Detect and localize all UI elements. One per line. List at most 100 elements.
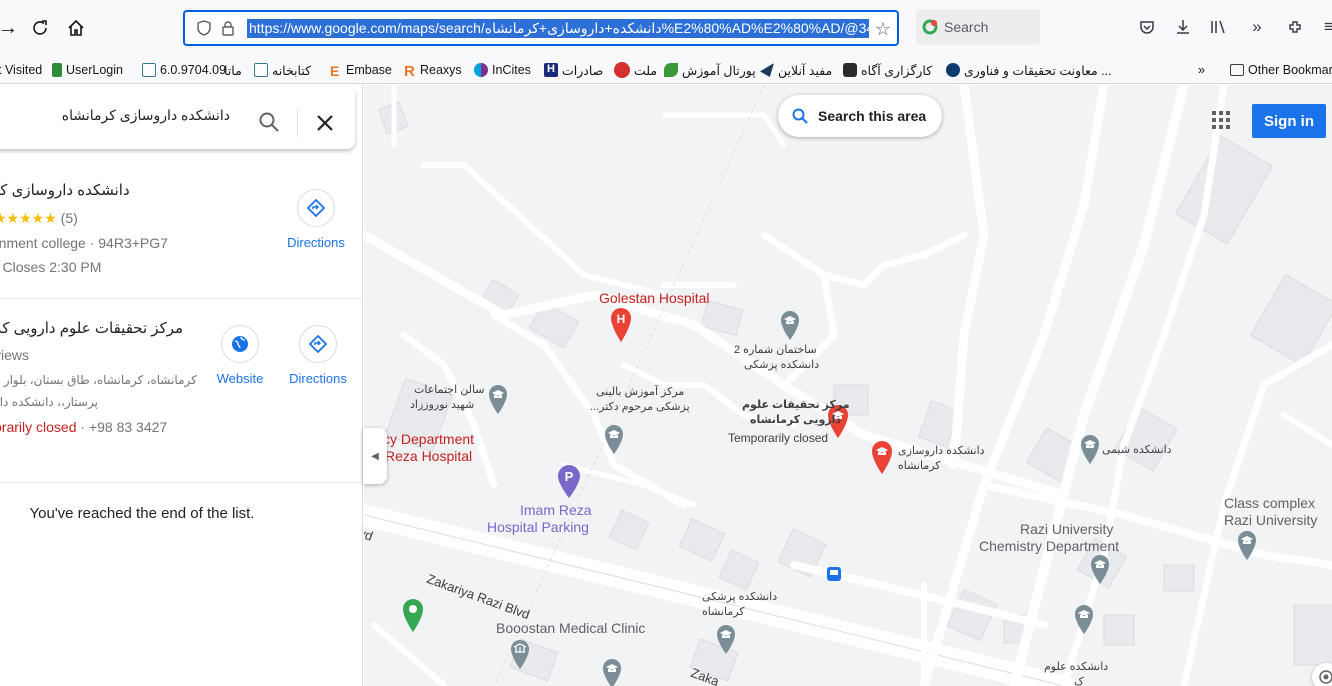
website-button[interactable]: Website [205, 325, 275, 386]
chevron-left-icon: ◀ [371, 450, 379, 462]
park-pin-icon[interactable] [402, 599, 424, 633]
home-icon[interactable] [62, 14, 90, 42]
maps-search-box[interactable]: دانشکده داروسازی کرمانشاه [0, 87, 355, 149]
reload-icon[interactable] [26, 14, 54, 42]
map-label-salon-2[interactable]: شهید نوروززاد [410, 398, 474, 412]
downloads-icon[interactable] [1172, 16, 1194, 38]
clinic-pin-icon[interactable] [510, 640, 530, 670]
result-title[interactable]: مرکز تحقیقات علوم دارویی کر [0, 319, 183, 337]
map-label-class-complex-2[interactable]: Razi University [1224, 512, 1317, 528]
school-pin-icon[interactable] [602, 659, 622, 686]
globe-icon [946, 63, 960, 77]
school-pin-icon[interactable] [1237, 531, 1257, 561]
map-label-sciences-faculty[interactable]: دانشکده علوم [1044, 660, 1108, 674]
bookmark-incites[interactable]: InCites [474, 61, 531, 79]
result-rating: ★★★★★ (5) [0, 210, 78, 227]
collapse-panel-button[interactable]: ◀ [363, 428, 387, 484]
library-book-icon [142, 63, 156, 77]
map-label-reza-hospital[interactable]: Reza Hospital [385, 448, 472, 464]
library-book-icon [254, 63, 268, 77]
my-location-button[interactable] [1312, 663, 1332, 686]
school-pin-icon[interactable] [780, 311, 800, 341]
bookmark-saderat[interactable]: H صادرات [544, 61, 603, 79]
search-this-area-button[interactable]: Search this area [778, 95, 942, 137]
bookmark-agah[interactable]: کارگزاری آگاه [843, 61, 932, 79]
bookmark-version[interactable]: 6.0.9704.09 [142, 61, 226, 79]
bookmark-mata[interactable]: ماتا [224, 61, 242, 79]
school-pin-icon[interactable] [604, 425, 624, 455]
address-bar[interactable]: https://www.google.com/maps/search/دانشک… [183, 10, 899, 46]
school-pin-icon[interactable] [488, 385, 508, 415]
bookmark-library[interactable]: کتابخانه [254, 61, 311, 79]
bookmark-research[interactable]: معاونت تحقیقات و فناوری ... [946, 61, 1112, 79]
map-canvas[interactable]: Search this area Sign in H P Golestan Ho… [364, 85, 1332, 686]
result-item[interactable]: مرکز تحقیقات علوم دارویی کر views کرمانش… [0, 299, 362, 483]
map-label-chemistry-department[interactable]: Chemistry Department [979, 538, 1119, 554]
school-pin-icon[interactable] [716, 625, 736, 655]
pharmacy-faculty-pin-icon[interactable] [871, 441, 893, 475]
status-closed: orarily closed [0, 419, 77, 435]
map-label-imam-reza[interactable]: Imam Reza [520, 502, 592, 518]
bookmark-embase[interactable]: E Embase [330, 61, 392, 79]
bookmark-star-icon[interactable]: ☆ [875, 19, 891, 40]
map-label-hospital-parking[interactable]: Hospital Parking [487, 519, 589, 535]
library-icon[interactable] [1208, 16, 1230, 38]
end-of-list-text: You've reached the end of the list. [29, 505, 255, 522]
url-text[interactable]: https://www.google.com/maps/search/دانشک… [247, 18, 869, 38]
bookmark-userlogin[interactable]: UserLogin [52, 61, 123, 79]
map-label-sciences-faculty-2[interactable]: ک [1074, 675, 1084, 686]
directions-button[interactable]: Directions [283, 325, 353, 386]
search-input[interactable]: دانشکده داروسازی کرمانشاه [50, 107, 230, 124]
menu-icon[interactable]: ≡ [1318, 16, 1332, 38]
map-label-building-2[interactable]: ساختمان شماره 2 [734, 343, 817, 357]
bus-stop-icon[interactable] [826, 565, 846, 597]
map-label-chemistry-faculty[interactable]: دانشکده شیمی [1102, 443, 1172, 457]
result-status: orarily closed · +98 83 3427 [0, 419, 167, 435]
map-label-salon[interactable]: سالن اجتماعات [414, 383, 485, 397]
pocket-icon[interactable] [1136, 16, 1158, 38]
map-label-pharmacy-faculty-2[interactable]: کرمانشاه [898, 459, 941, 473]
map-label-research-center[interactable]: مرکز تحقیقات علوم [742, 398, 850, 412]
bookmark-other[interactable]: Other Bookmar [1230, 61, 1332, 79]
tracking-shield-icon[interactable] [193, 17, 215, 39]
rating-count: (5) [60, 210, 78, 226]
map-label-medical-faculty-2[interactable]: کرمانشاه [702, 605, 745, 619]
hospital-pin-icon[interactable]: H [610, 307, 632, 343]
web-search-box[interactable]: Search [916, 9, 1040, 45]
parking-pin-icon[interactable]: P [557, 465, 581, 499]
google-apps-icon[interactable] [1212, 111, 1230, 129]
bookmark-most-visited[interactable]: t Visited [0, 61, 42, 79]
map-label-class-complex[interactable]: Class complex [1224, 495, 1315, 511]
forward-icon[interactable]: → [0, 14, 22, 42]
bookmark-edu-portal[interactable]: پورتال آموزش [664, 61, 756, 79]
result-item[interactable]: دانشکده داروسازی کر ★★★★★ (5) rnment col… [0, 165, 362, 299]
extensions-icon[interactable] [1284, 16, 1306, 38]
bookmarks-overflow-icon[interactable]: » [1198, 61, 1205, 79]
lock-icon[interactable] [217, 17, 239, 39]
sign-in-button[interactable]: Sign in [1252, 104, 1326, 138]
svg-text:H: H [617, 312, 626, 326]
map-label-building-2b[interactable]: دانشکده پزشکی [744, 358, 819, 372]
school-pin-icon[interactable] [1080, 435, 1100, 465]
bookmark-reaxys[interactable]: R Reaxys [404, 61, 462, 80]
bookmark-mofid[interactable]: مفید آنلاین [760, 61, 832, 79]
directions-label: Directions [287, 235, 345, 250]
overflow-chevron-icon[interactable]: » [1246, 16, 1268, 38]
map-label-booostan-clinic[interactable]: Booostan Medical Clinic [496, 620, 645, 636]
map-label-razi-university[interactable]: Razi University [1020, 521, 1113, 537]
bookmark-mellat[interactable]: ملت [614, 61, 657, 79]
map-label-research-center-2[interactable]: دارویی کرمانشاه [750, 413, 841, 427]
map-label-medical-faculty[interactable]: دانشکده پزشکی [702, 590, 777, 604]
school-pin-icon[interactable] [1074, 605, 1094, 635]
directions-button[interactable]: Directions [281, 189, 351, 250]
school-pin-icon[interactable] [1090, 555, 1110, 585]
map-label-clinic-center[interactable]: مرکز آموزش بالینی [596, 385, 684, 399]
map-label-pharmacy-department[interactable]: cy Department [383, 431, 474, 447]
map-label-clinic-center-2[interactable]: پزشکی مرحوم دکتر... [590, 400, 690, 414]
map-label-golestan-hospital[interactable]: Golestan Hospital [599, 290, 710, 306]
search-icon[interactable] [258, 111, 280, 133]
result-title[interactable]: دانشکده داروسازی کر [0, 181, 130, 199]
map-label-pharmacy-faculty[interactable]: دانشکده داروسازی [898, 444, 985, 458]
close-icon[interactable] [316, 114, 334, 132]
saderat-icon: H [544, 63, 558, 77]
